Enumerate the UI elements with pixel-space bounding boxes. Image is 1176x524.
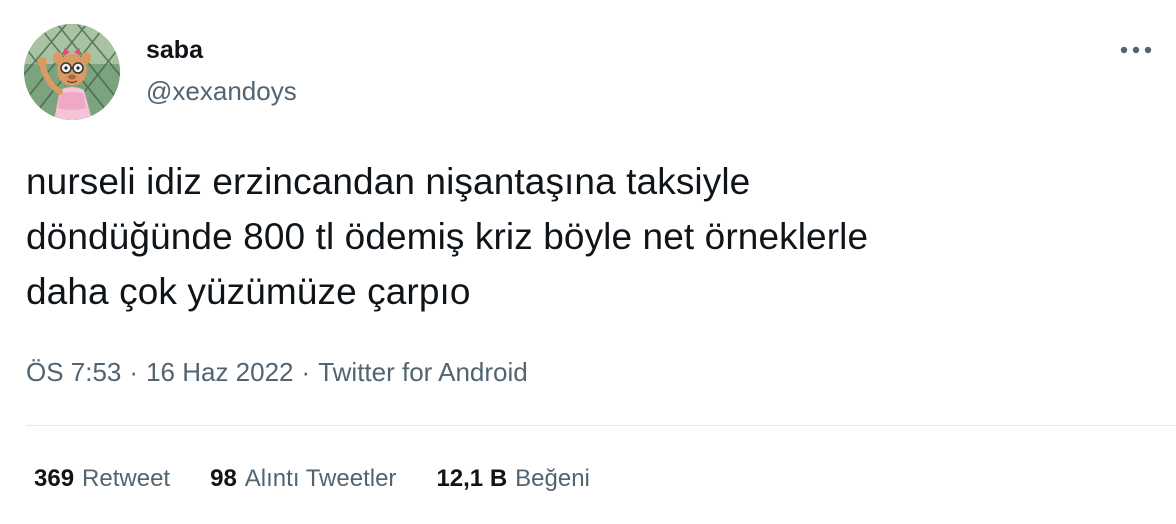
retweets-stat[interactable]: 369 Retweet (34, 462, 170, 496)
display-name[interactable]: saba (146, 34, 203, 66)
divider (26, 425, 1176, 426)
tweet-stats: 369 Retweet 98 Alıntı Tweetler 12,1 B Be… (34, 462, 630, 496)
likes-count: 12,1 B (436, 465, 508, 492)
tweet-source[interactable]: Twitter for Android (318, 357, 528, 387)
avatar[interactable] (24, 24, 120, 120)
avatar-image (24, 24, 120, 120)
more-options-button[interactable] (1114, 36, 1158, 64)
quote-tweets-count: 98 (210, 465, 237, 492)
meta-separator: · (129, 357, 139, 387)
quote-tweets-label: Alıntı Tweetler (244, 465, 397, 492)
likes-stat[interactable]: 12,1 B Beğeni (436, 462, 589, 496)
tweet-time[interactable]: ÖS 7:53 (26, 357, 121, 387)
tweet-text: nurseli idiz erzincandan nişantaşına tak… (26, 161, 869, 312)
quote-tweets-stat[interactable]: 98 Alıntı Tweetler (210, 462, 396, 496)
retweets-label: Retweet (82, 465, 171, 492)
user-handle[interactable]: @xexandoys (146, 74, 297, 108)
likes-label: Beğeni (515, 465, 590, 492)
more-horizontal-icon (1120, 46, 1152, 54)
tweet-card: saba @xexandoys nurseli idiz erzincandan… (0, 0, 1176, 524)
retweets-count: 369 (34, 465, 75, 492)
tweet-metadata: ÖS 7:53 · 16 Haz 2022 · Twitter for Android (26, 354, 528, 390)
tweet-date[interactable]: 16 Haz 2022 (146, 357, 293, 387)
meta-separator: · (301, 357, 311, 387)
